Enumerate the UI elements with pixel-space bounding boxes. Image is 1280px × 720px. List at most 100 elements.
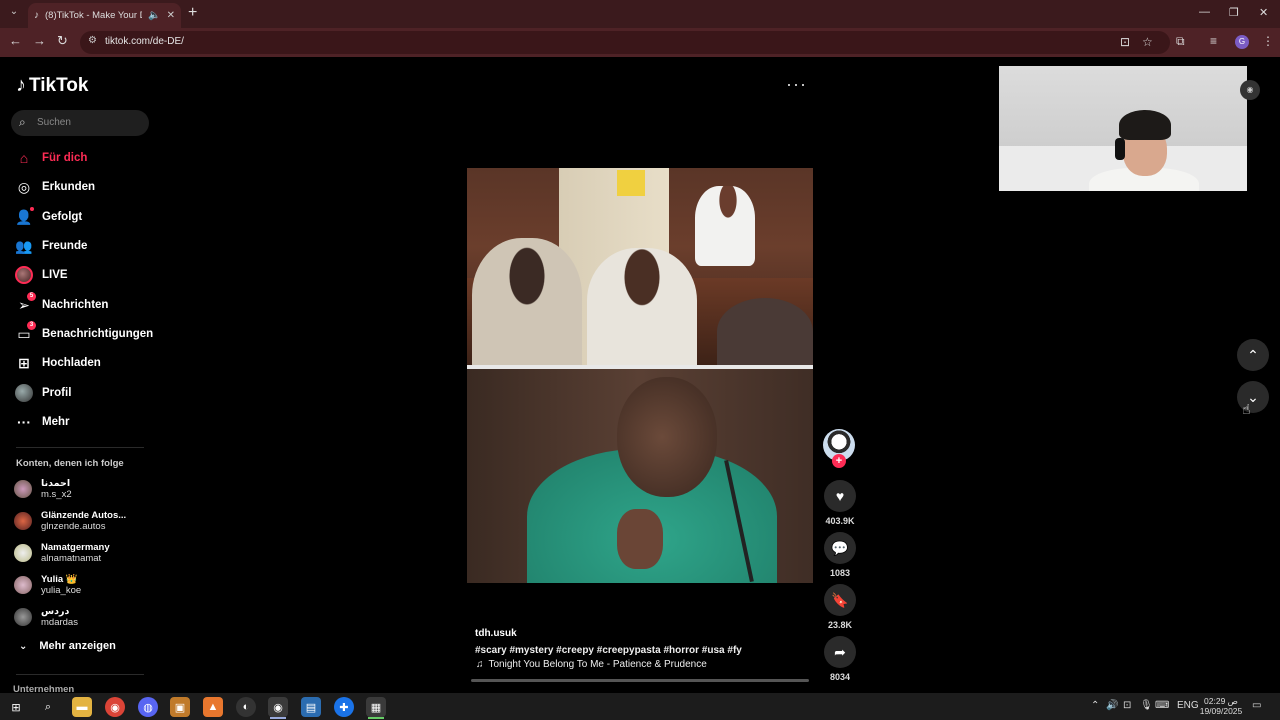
following-account[interactable]: احمدنا m.s_x2 [14,476,72,502]
microphone-icon[interactable]: 🎙 [1140,700,1153,711]
discord-icon[interactable]: ◍ [138,697,158,717]
inbox-icon: ▭ 3 [14,321,36,344]
nav-for-you[interactable]: ⌂ Für dich [14,146,88,170]
nav-label: Profil [42,387,72,399]
address-bar[interactable]: ⚙ tiktok.com/de-DE/ ⊡ ☆ [80,31,1170,54]
volume-icon[interactable]: 🔊 [1106,700,1118,711]
app-icon[interactable]: ▣ [170,697,190,717]
music-note-icon: ♫ [476,659,484,670]
tab-audio-icon[interactable]: 🔈 [148,10,160,21]
nav-following[interactable]: 👤 Gefolgt [14,205,82,229]
show-more-label: Mehr anzeigen [39,640,116,652]
chrome-icon[interactable]: ◉ [105,697,125,717]
bookmark-star-icon[interactable]: ☆ [1142,35,1153,49]
minimize-icon[interactable]: — [1199,6,1210,18]
nav-messages[interactable]: ➢ 5 Nachrichten [14,292,108,317]
clock-date: 19/09/2025 [1199,706,1243,716]
tiktok-favicon-icon: ♪ [34,10,39,21]
profile-avatar-button[interactable]: G [1235,35,1249,49]
system-clock[interactable]: 02:29 ص 19/09/2025 [1198,696,1244,716]
comment-button[interactable]: 💬 [824,532,856,564]
previous-video-button[interactable]: ⌃ [1237,339,1269,371]
video-player[interactable] [467,168,813,583]
show-more-accounts-button[interactable]: ⌄ Mehr anzeigen [19,640,116,652]
install-app-icon[interactable]: ⊡ [1120,35,1130,49]
new-tab-icon[interactable]: + [188,4,197,22]
following-account[interactable]: Glänzende Autos... glnzende.autos [14,508,126,534]
nav-label: Freunde [42,240,88,252]
language-indicator[interactable]: ENG [1177,700,1199,711]
site-info-icon[interactable]: ⚙ [88,35,97,46]
reload-icon[interactable]: ↻ [57,33,68,49]
nav-profile[interactable]: Profil [14,381,71,405]
following-account[interactable]: Yulia 👑 yulia_koe [14,572,81,598]
follow-button[interactable]: + [832,454,846,468]
more-icon: ··· [17,414,31,430]
nav-notifications[interactable]: ▭ 3 Benachrichtigungen [14,321,154,346]
keyboard-icon[interactable]: ⌨ [1155,700,1169,711]
tab-title: (8)TikTok - Make Your Day [45,10,142,21]
app-icon[interactable]: ▦ [366,697,386,717]
account-avatar [14,608,32,626]
obs-icon[interactable]: ◐ [236,697,256,717]
nav-label: Benachrichtigungen [42,328,154,340]
nav-label: Gefolgt [42,211,83,223]
notification-center-icon[interactable]: ▭ [1252,700,1261,711]
tiktok-logo[interactable]: ♪ TikTok [16,74,88,97]
video-progress-bar[interactable] [471,679,809,682]
account-name: Yulia 👑 [41,574,78,585]
profile-avatar [14,383,34,403]
taskbar-search-icon[interactable]: ⌕ [38,697,58,717]
file-explorer-icon[interactable]: ▬ [72,697,92,717]
restore-icon[interactable]: ❐ [1229,6,1239,19]
browser-menu-icon[interactable]: ⋮ [1262,34,1274,48]
forward-icon[interactable]: → [33,33,46,48]
comment-icon: 💬 [831,539,849,556]
windows-start-icon[interactable]: ⊞ [6,697,26,717]
account-avatar [14,544,32,562]
send-icon: ➢ 5 [14,292,36,315]
extensions-icon[interactable]: ⧉ [1176,34,1185,49]
account-name: Namatgermany [41,542,110,553]
account-name: احمدنا [41,478,71,489]
video-music[interactable]: ♫ Tonight You Belong To Me - Patience & … [476,659,707,670]
more-options-icon[interactable]: ··· [786,74,807,95]
media-controls-icon[interactable]: ≡ [1210,34,1217,48]
tab-search-icon[interactable]: ⌄ [6,6,22,22]
share-button[interactable]: ➦ [824,636,856,668]
app-icon[interactable]: ▲ [203,697,223,717]
nav-live[interactable]: LIVE [14,263,68,287]
network-icon[interactable]: ⊡ [1123,700,1131,711]
search-input[interactable]: ⌕ Suchen [11,110,149,136]
tray-overflow-icon[interactable]: ⌃ [1091,700,1099,711]
tab-close-icon[interactable]: ✕ [167,10,175,21]
video-caption[interactable]: #scary #mystery #creepy #creepypasta #ho… [475,645,742,656]
nav-label: Für dich [42,152,88,164]
nav-more[interactable]: ··· Mehr [14,410,69,434]
app-icon[interactable]: ▤ [301,697,321,717]
video-author[interactable]: tdh.usuk [475,628,517,639]
chrome-active-icon[interactable]: ◉ [268,697,288,717]
nav-explore[interactable]: ◎ Erkunden [14,175,95,199]
browser-tab-bar: ⌄ ♪ (8)TikTok - Make Your Day 🔈 ✕ + — ❐ … [0,0,1280,28]
chevron-down-icon: ⌄ [19,640,28,652]
like-button[interactable]: ♥ [824,480,856,512]
nav-label: Hochladen [42,357,101,369]
comment-count: 1083 [829,568,851,578]
save-button[interactable]: 🔖 [824,584,856,616]
active-app-indicator [368,717,384,719]
window-close-icon[interactable]: ✕ [1259,6,1268,19]
account-username: m.s_x2 [41,489,72,500]
person-icon: 👤 [15,207,34,225]
following-account[interactable]: دردس mdardas [14,604,78,630]
browser-tab[interactable]: ♪ (8)TikTok - Make Your Day 🔈 ✕ [28,3,181,28]
nav-upload[interactable]: ⊞ Hochladen [14,351,101,375]
nav-friends[interactable]: 👥 Freunde [14,234,87,258]
share-count: 8034 [829,672,851,682]
following-account[interactable]: Namatgermany alnamatnamat [14,540,110,566]
mute-toggle-icon[interactable]: ◉ [1240,80,1260,100]
live-avatar [14,265,34,285]
app-icon[interactable]: ✚ [334,697,354,717]
back-icon[interactable]: ← [9,33,22,48]
windows-taskbar: ⊞ ⌕ ▬ ◉ ◍ ▣ ▲ ◐ ◉ ▤ ✚ ▦ ⌃ 🔊 ⊡ 🎙 ⌨ ENG ▭ [0,693,1280,720]
